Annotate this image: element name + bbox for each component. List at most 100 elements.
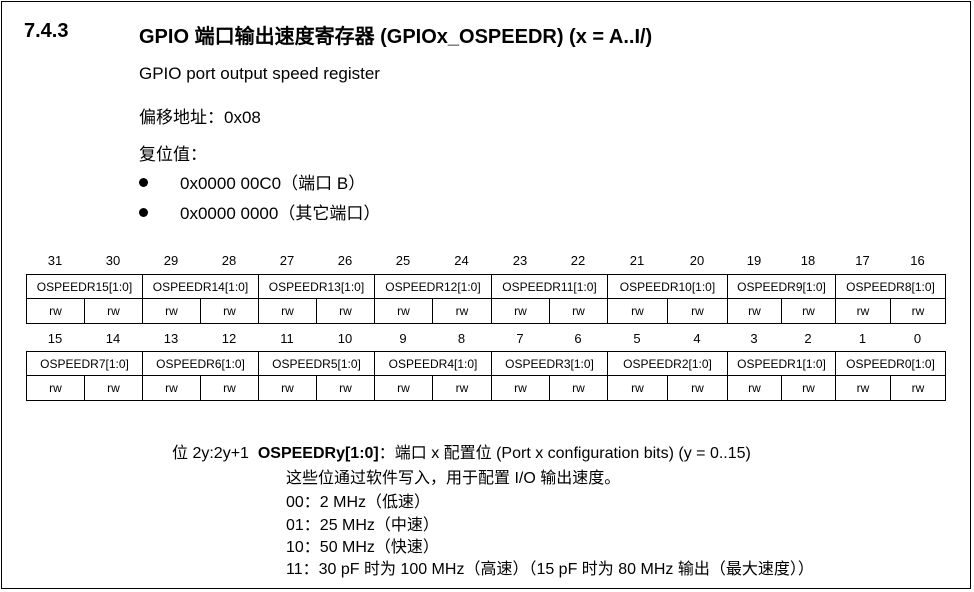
access-cell: rw [26, 298, 85, 324]
register-field: OSPEEDR15[1:0] [26, 274, 143, 299]
bit-description-header: 位 2y:2y+1 OSPEEDRy[1:0]：端口 x 配置位 (Port x… [172, 439, 751, 463]
bit-number: 20 [689, 253, 705, 268]
bit-number: 30 [105, 253, 121, 268]
bit-number: 27 [279, 253, 295, 268]
access-cell: rw [727, 375, 782, 401]
field-name: OSPEEDRy[1:0] [257, 445, 379, 462]
bit-number: 7 [516, 331, 524, 346]
register-field: OSPEEDR7[1:0] [26, 351, 143, 376]
section-number: 7.4.3 [24, 20, 69, 42]
bit-number: 28 [221, 253, 237, 268]
register-field: OSPEEDR14[1:0] [142, 274, 259, 299]
field-description: ：端口 x 配置位 (Port x configuration bits) (y… [378, 445, 751, 462]
access-cell: rw [432, 298, 492, 324]
bit-number: 9 [399, 331, 407, 346]
bit-number: 26 [337, 253, 353, 268]
bullet-icon [139, 208, 148, 218]
bit-number: 22 [570, 253, 586, 268]
register-field: OSPEEDR3[1:0] [491, 351, 608, 376]
bit-number: 2 [804, 331, 812, 346]
access-cell: rw [142, 375, 201, 401]
bit-number: 14 [105, 331, 121, 346]
field-row-low: OSPEEDR7[1:0] OSPEEDR6[1:0] OSPEEDR5[1:0] O… [26, 351, 946, 376]
option-11: 11：30 pF 时为 100 MHz（高速）（15 pF 时为 80 MHz … [286, 561, 814, 578]
access-row-low: rw rw rw rw rw rw rw rw rw rw rw rw rw rw rw rw [26, 375, 946, 401]
access-cell: rw [781, 298, 836, 324]
register-table-low: OSPEEDR7[1:0] OSPEEDR6[1:0] OSPEEDR5[1:0] O… [26, 351, 946, 401]
register-field: OSPEEDR12[1:0] [374, 274, 492, 299]
description-line: 这些位通过软件写入，用于配置 I/O 输出速度。 [286, 470, 621, 487]
access-cell: rw [727, 298, 782, 324]
bit-number: 10 [337, 331, 353, 346]
bit-number: 31 [47, 253, 63, 268]
option-10: 10：50 MHz（快速） [286, 539, 439, 556]
bit-range: 位 2y:2y+1 [172, 445, 249, 462]
access-row-high: rw rw rw rw rw rw rw rw rw rw rw rw rw rw rw rw [26, 298, 946, 324]
access-cell: rw [781, 375, 836, 401]
access-cell: rw [491, 375, 550, 401]
access-cell: rw [200, 298, 259, 324]
bit-number: 11 [280, 331, 294, 346]
access-cell: rw [84, 298, 143, 324]
access-cell: rw [258, 375, 317, 401]
section-title: GPIO 端口输出速度寄存器 (GPIOx_OSPEEDR) (x = A..I… [139, 26, 653, 48]
access-cell: rw [142, 298, 201, 324]
option-00: 00：2 MHz（低速） [286, 494, 431, 511]
access-cell: rw [890, 375, 946, 401]
access-cell: rw [200, 375, 259, 401]
bit-number: 12 [221, 331, 237, 346]
register-field: OSPEEDR13[1:0] [258, 274, 375, 299]
register-field: OSPEEDR0[1:0] [835, 351, 946, 376]
register-subtitle: GPIO port output speed register [139, 64, 380, 83]
bit-numbers-low: 15 14 13 12 11 10 9 8 7 6 5 4 3 2 1 0 [26, 331, 945, 349]
access-cell: rw [549, 375, 608, 401]
reset-item-port-b: 0x0000 00C0（端口 B） [139, 169, 365, 194]
register-field: OSPEEDR11[1:0] [491, 274, 608, 299]
register-field: OSPEEDR1[1:0] [727, 351, 836, 376]
access-cell: rw [607, 375, 668, 401]
register-field: OSPEEDR6[1:0] [142, 351, 259, 376]
access-cell: rw [374, 298, 433, 324]
bit-number: 1 [858, 331, 867, 346]
access-cell: rw [835, 375, 891, 401]
bit-number: 3 [750, 331, 758, 346]
access-cell: rw [26, 375, 85, 401]
bit-number: 16 [910, 253, 925, 268]
access-cell: rw [607, 298, 668, 324]
bit-number: 25 [395, 253, 411, 268]
field-row-high: OSPEEDR15[1:0] OSPEEDR14[1:0] OSPEEDR13[1:… [26, 274, 946, 299]
access-cell: rw [667, 375, 728, 401]
bit-numbers-high: 31 30 29 28 27 26 25 24 23 22 21 20 19 18 17 16 [26, 253, 945, 271]
access-cell: rw [316, 298, 375, 324]
access-cell: rw [316, 375, 375, 401]
access-cell: rw [835, 298, 891, 324]
bit-number: 8 [457, 331, 466, 346]
bullet-icon [139, 178, 148, 188]
bit-number: 29 [163, 253, 179, 268]
offset-address: 偏移地址：0x08 [139, 108, 261, 127]
reset-item-text: 0x0000 00C0（端口 B） [180, 174, 366, 193]
bit-number: 6 [574, 331, 582, 346]
access-cell: rw [258, 298, 317, 324]
access-cell: rw [549, 298, 608, 324]
bit-number: 24 [454, 253, 469, 268]
option-01: 01：25 MHz（中速） [286, 517, 439, 534]
bit-number: 17 [855, 253, 870, 268]
bit-number: 13 [163, 331, 179, 346]
access-cell: rw [667, 298, 728, 324]
access-cell: rw [432, 375, 492, 401]
bit-number: 18 [800, 253, 816, 268]
register-field: OSPEEDR8[1:0] [835, 274, 946, 299]
register-field: OSPEEDR9[1:0] [727, 274, 836, 299]
reset-item-other-ports: 0x0000 0000（其它端口） [139, 199, 380, 224]
bit-number: 19 [746, 253, 762, 268]
bit-number: 5 [633, 331, 641, 346]
register-field: OSPEEDR4[1:0] [374, 351, 492, 376]
bit-number: 0 [913, 331, 922, 346]
bit-number: 4 [693, 331, 701, 346]
register-field: OSPEEDR5[1:0] [258, 351, 375, 376]
bit-number: 21 [629, 253, 645, 268]
bit-number: 23 [512, 253, 528, 268]
access-cell: rw [374, 375, 433, 401]
access-cell: rw [491, 298, 550, 324]
